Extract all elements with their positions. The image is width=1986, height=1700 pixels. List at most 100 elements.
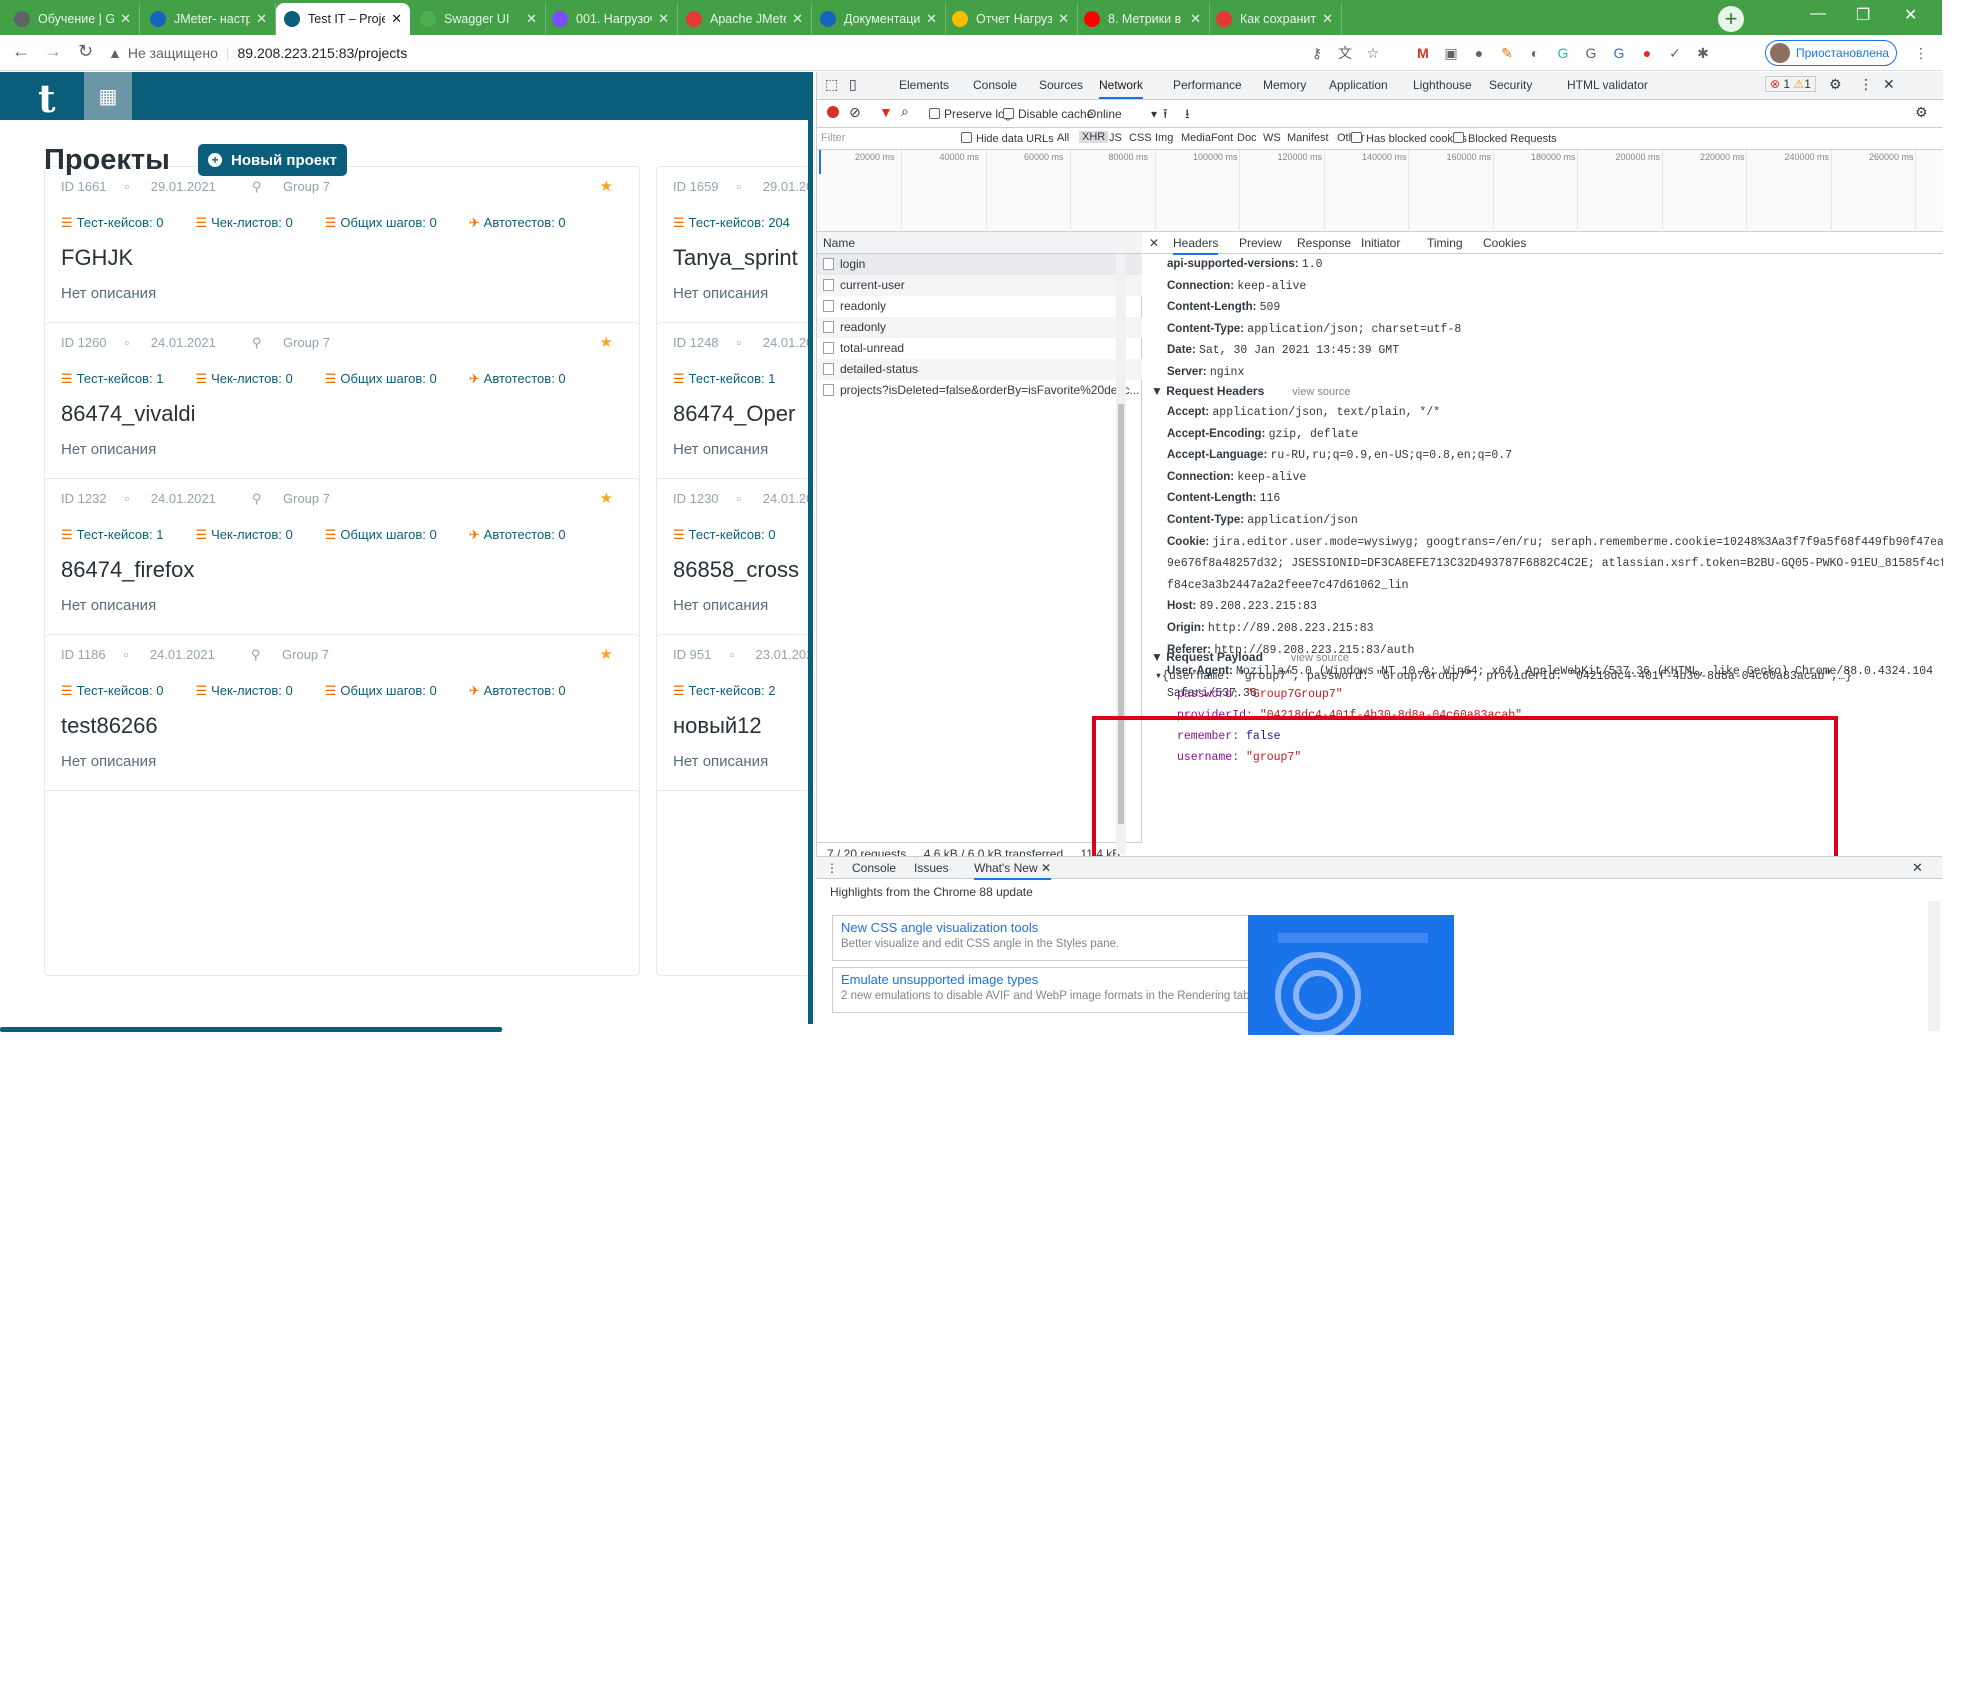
- filter-type-doc[interactable]: Doc: [1237, 132, 1257, 144]
- request-headers-section[interactable]: ▼ Request Headers view source: [1151, 384, 1350, 398]
- project-name[interactable]: 86474_vivaldi: [61, 401, 196, 427]
- request-row[interactable]: detailed-status: [817, 359, 1142, 380]
- detail-tab-timing[interactable]: Timing: [1427, 236, 1463, 250]
- request-row[interactable]: projects?isDeleted=false&orderBy=isFavor…: [817, 380, 1142, 401]
- hide-data-urls-checkbox[interactable]: Hide data URLs: [961, 132, 1054, 145]
- project-name[interactable]: 86858_cross: [673, 557, 799, 583]
- blocked-cookies-checkbox[interactable]: Has blocked cookies: [1351, 132, 1467, 145]
- close-tab-icon[interactable]: ✕: [658, 11, 669, 27]
- devtools-tab-console[interactable]: Console: [973, 78, 1017, 92]
- request-row[interactable]: readonly: [817, 317, 1142, 338]
- request-payload-section[interactable]: ▼ Request Payload view source: [1151, 650, 1349, 664]
- browser-tab[interactable]: Отчет Нагрузочно ✕: [944, 3, 1078, 35]
- extension-icon[interactable]: ✎: [1498, 44, 1516, 62]
- whats-new-item[interactable]: New CSS angle visualization tools Better …: [832, 915, 1306, 961]
- browser-tab[interactable]: Apache JMeter - Us ✕: [678, 3, 812, 35]
- key-icon[interactable]: ⚷: [1308, 44, 1326, 62]
- favorite-star-icon[interactable]: ★: [600, 177, 613, 195]
- devtools-tab-application[interactable]: Application: [1329, 78, 1388, 92]
- new-tab-button[interactable]: +: [1718, 6, 1744, 32]
- devtools-tab-performance[interactable]: Performance: [1173, 78, 1242, 92]
- devtools-tab-html-validator[interactable]: HTML validator: [1567, 78, 1648, 92]
- project-card[interactable]: [656, 790, 808, 976]
- extension-icon[interactable]: ▣: [1442, 44, 1460, 62]
- project-name[interactable]: новый12: [673, 713, 762, 739]
- issues-counter[interactable]: ⊗ 1 ⚠1: [1765, 76, 1816, 92]
- extension-icon[interactable]: G: [1582, 44, 1600, 62]
- check-icon[interactable]: ✓: [1666, 44, 1684, 62]
- detail-tab-headers[interactable]: Headers: [1173, 236, 1219, 255]
- close-tab-icon[interactable]: ✕: [526, 11, 537, 27]
- filter-type-img[interactable]: Img: [1155, 132, 1173, 144]
- filter-funnel-icon[interactable]: ▼: [879, 104, 893, 120]
- record-icon[interactable]: [827, 106, 839, 118]
- whats-new-title[interactable]: Emulate unsupported image types: [841, 972, 1297, 987]
- project-name[interactable]: FGHJK: [61, 245, 133, 271]
- bookmark-star-icon[interactable]: ☆: [1364, 44, 1382, 62]
- devtools-tab-memory[interactable]: Memory: [1263, 78, 1306, 92]
- close-tab-icon[interactable]: ✕: [792, 11, 803, 27]
- blocked-requests-checkbox[interactable]: Blocked Requests: [1453, 132, 1557, 145]
- filter-type-css[interactable]: CSS: [1129, 132, 1152, 144]
- close-tab-icon[interactable]: ✕: [1058, 11, 1069, 27]
- favorite-star-icon[interactable]: ★: [600, 333, 613, 351]
- extensions-puzzle-icon[interactable]: ✱: [1694, 44, 1712, 62]
- extension-icon[interactable]: ◐: [1526, 44, 1544, 62]
- browser-tab[interactable]: Swagger UI ✕: [412, 3, 546, 35]
- disable-cache-checkbox[interactable]: Disable cache: [1003, 107, 1093, 121]
- browser-tab[interactable]: Как сохранить jme ✕: [1208, 3, 1342, 35]
- network-settings-icon[interactable]: ⚙: [1915, 104, 1928, 121]
- browser-tab[interactable]: Test IT – Projects list ✕: [276, 3, 410, 35]
- favorite-star-icon[interactable]: ★: [600, 489, 613, 507]
- filter-type-font[interactable]: Font: [1211, 132, 1233, 144]
- device-toggle-icon[interactable]: ▯: [849, 76, 857, 93]
- name-column-header[interactable]: Name: [817, 232, 1142, 254]
- drawer-scrollbar[interactable]: [1928, 901, 1940, 1031]
- import-har-icon[interactable]: ⭱: [1163, 105, 1168, 127]
- restore-icon[interactable]: ❐: [1856, 5, 1870, 25]
- drawer-tab-console[interactable]: Console: [852, 861, 896, 875]
- filter-type-xhr[interactable]: XHR: [1079, 131, 1109, 143]
- browser-tab[interactable]: Документация :: JM ✕: [812, 3, 946, 35]
- menu-kebab-icon[interactable]: ⋮: [1912, 44, 1930, 62]
- filter-type-manifest[interactable]: Manifest: [1287, 132, 1329, 144]
- preserve-log-checkbox[interactable]: Preserve log: [929, 107, 1011, 121]
- detail-tab-cookies[interactable]: Cookies: [1483, 236, 1526, 250]
- project-name[interactable]: 86474_Oper: [673, 401, 795, 427]
- close-window-icon[interactable]: ✕: [1904, 5, 1917, 25]
- apps-grid-icon[interactable]: ▦: [84, 72, 132, 120]
- drawer-tab-issues[interactable]: Issues: [914, 861, 949, 875]
- devtools-tab-sources[interactable]: Sources: [1039, 78, 1083, 92]
- extension-icon[interactable]: ●: [1470, 44, 1488, 62]
- clear-icon[interactable]: ⊘: [849, 104, 861, 121]
- close-tab-icon[interactable]: ✕: [1038, 861, 1051, 875]
- browser-tab[interactable]: 8. Метрики в jmete ✕: [1076, 3, 1210, 35]
- new-project-button[interactable]: + Новый проект: [198, 144, 347, 176]
- drawer-menu-icon[interactable]: ⋮: [826, 861, 838, 875]
- view-source-link[interactable]: view source: [1291, 652, 1349, 664]
- close-tab-icon[interactable]: ✕: [391, 11, 402, 27]
- browser-tab[interactable]: JMeter- настройка ✕: [142, 3, 276, 35]
- gmail-extension-icon[interactable]: M: [1414, 44, 1432, 62]
- back-icon[interactable]: ←: [12, 41, 30, 62]
- filter-type-all[interactable]: All: [1057, 132, 1069, 144]
- profile-button[interactable]: Приостановлена: [1765, 40, 1897, 66]
- inspect-icon[interactable]: ⬚: [825, 76, 838, 93]
- devtools-tab-elements[interactable]: Elements: [899, 78, 949, 92]
- whats-new-item[interactable]: Emulate unsupported image types 2 new emu…: [832, 967, 1306, 1013]
- detail-tab-preview[interactable]: Preview: [1239, 236, 1282, 250]
- request-row[interactable]: current-user: [817, 275, 1142, 296]
- close-tab-icon[interactable]: ✕: [256, 11, 267, 27]
- settings-gear-icon[interactable]: ⚙: [1829, 76, 1842, 93]
- export-har-icon[interactable]: ⭳: [1185, 105, 1190, 127]
- google-translate-icon[interactable]: G: [1610, 44, 1628, 62]
- detail-tab-initiator[interactable]: Initiator: [1361, 236, 1400, 250]
- request-row[interactable]: readonly: [817, 296, 1142, 317]
- close-tab-icon[interactable]: ✕: [1322, 11, 1333, 27]
- filter-input[interactable]: Filter: [821, 132, 845, 144]
- whats-new-title[interactable]: New CSS angle visualization tools: [841, 920, 1297, 935]
- close-drawer-icon[interactable]: ✕: [1912, 860, 1923, 876]
- network-overview-timeline[interactable]: 20000 ms 40000 ms 60000 ms 80000 ms 100000 m…: [817, 150, 1943, 232]
- throttling-select[interactable]: Online ▾: [1087, 107, 1157, 121]
- grammarly-icon[interactable]: G: [1554, 44, 1572, 62]
